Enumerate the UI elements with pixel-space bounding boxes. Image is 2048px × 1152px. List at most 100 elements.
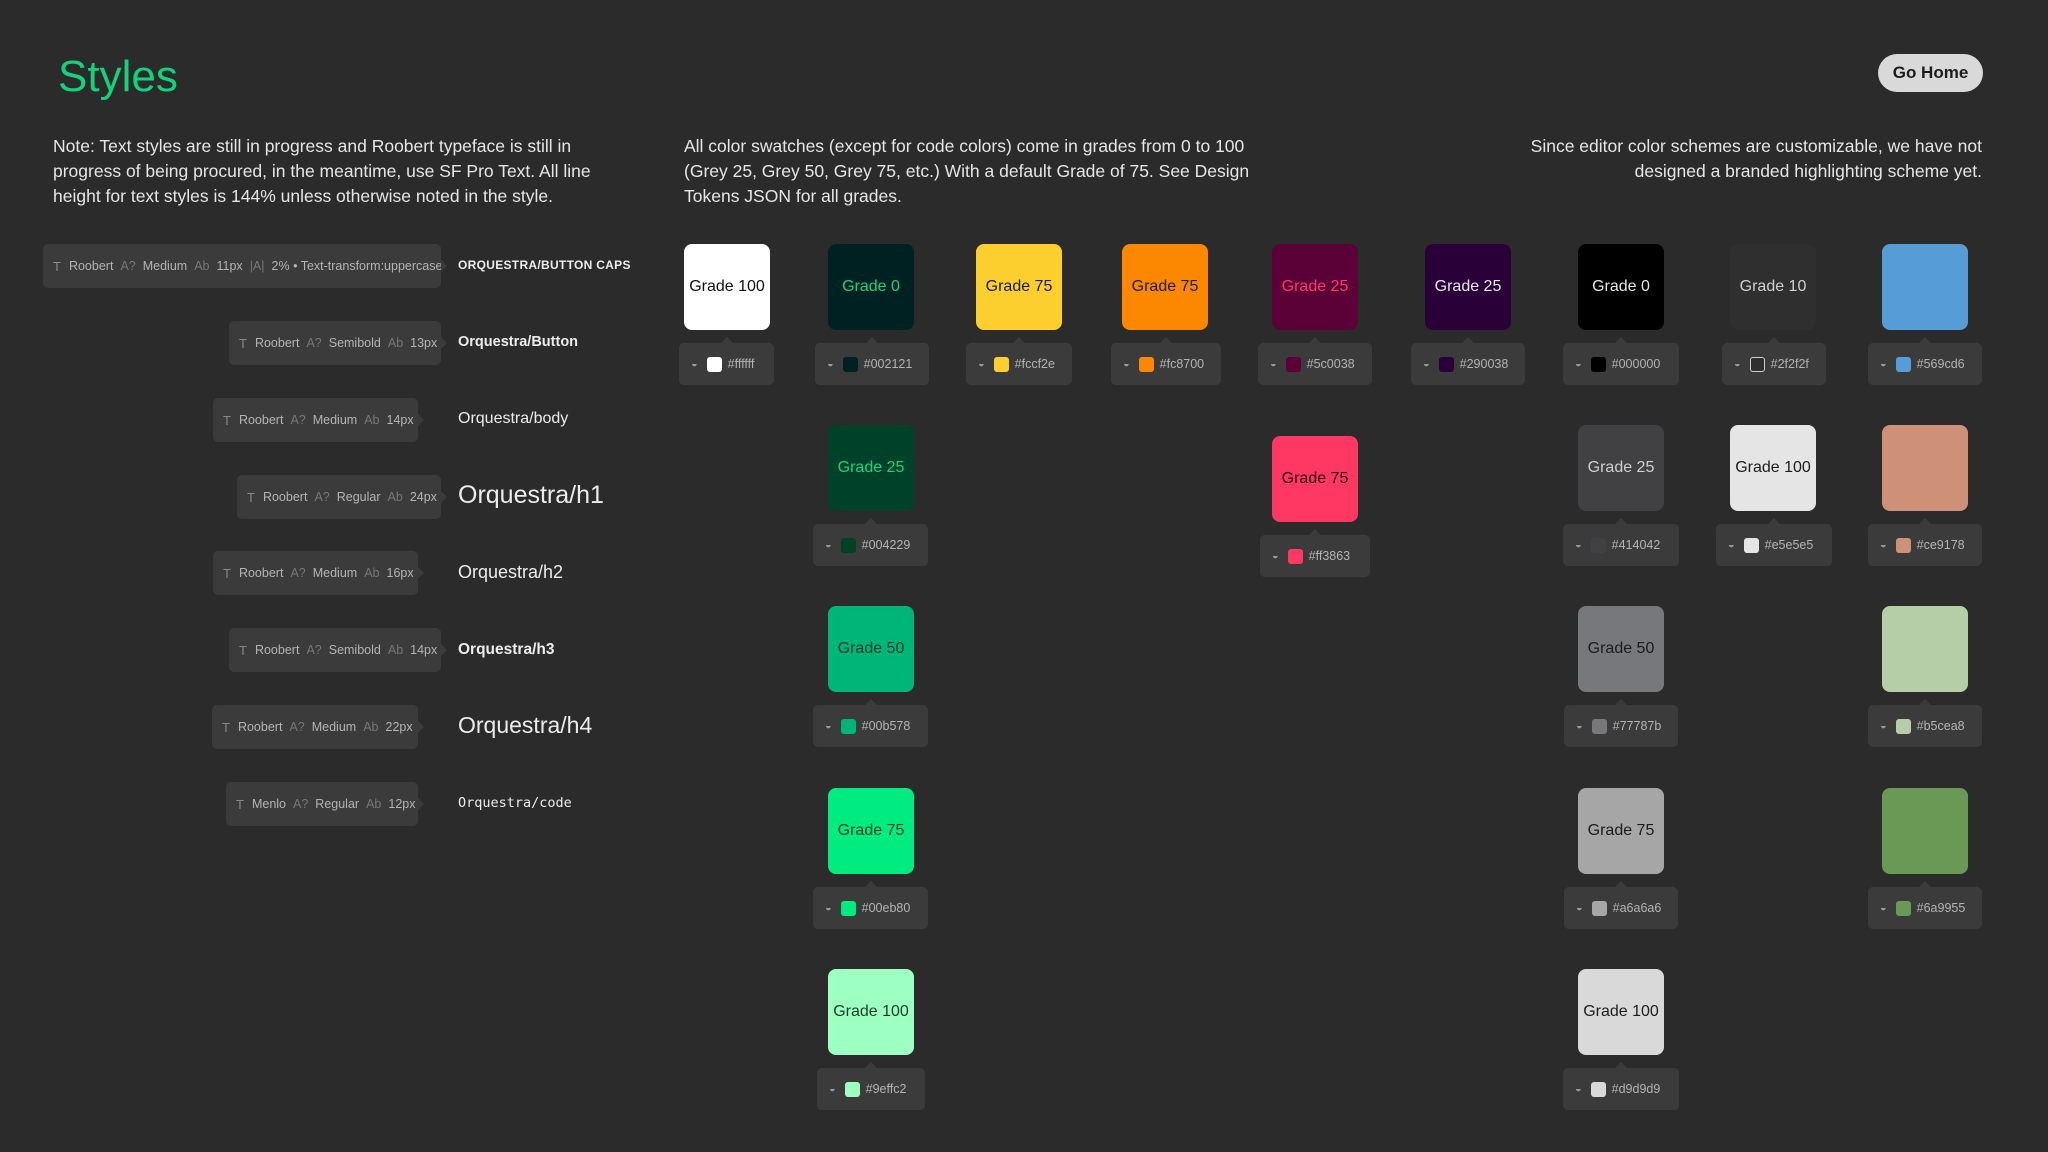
droplet-icon: ◒ xyxy=(1423,358,1430,370)
droplet-icon: ◒ xyxy=(1880,720,1887,732)
text-type-icon: T xyxy=(247,489,255,505)
droplet-icon: ◒ xyxy=(1272,550,1279,562)
color-chip xyxy=(840,718,856,734)
text-style-row-code[interactable]: T Menlo A? Regular Ab 12px Orquestra/cod… xyxy=(0,782,640,826)
hex-code: #290038 xyxy=(1459,357,1509,371)
color-swatch[interactable]: Grade 100 xyxy=(828,969,914,1055)
text-style-spec: T Menlo A? Regular Ab 12px xyxy=(226,782,424,826)
text-style-name: Orquestra/h4 xyxy=(458,712,593,738)
color-chip xyxy=(1590,1081,1606,1097)
color-hex-tag[interactable]: ◒ #5c0038 xyxy=(1258,337,1372,385)
droplet-icon: ◒ xyxy=(978,358,985,370)
color-hex-tag[interactable]: ◒ #6a9955 xyxy=(1868,881,1982,929)
color-hex-tag[interactable]: ◒ #000000 xyxy=(1563,337,1679,385)
color-swatch[interactable]: Grade 25 xyxy=(1425,244,1511,330)
color-swatch[interactable]: Grade 75 xyxy=(828,788,914,874)
text-style-name: ORQUESTRA/BUTTON CAPS xyxy=(458,258,631,272)
color-hex-tag[interactable]: ◒ #e5e5e5 xyxy=(1716,518,1832,566)
text-style-row-button-caps[interactable]: T Roobert A? Medium Ab 11px |A| 2% • Tex… xyxy=(0,244,640,288)
color-hex-tag[interactable]: ◒ #290038 xyxy=(1411,337,1525,385)
hex-code: #ff3863 xyxy=(1308,549,1351,563)
color-swatch[interactable]: Grade 75 xyxy=(1578,788,1664,874)
go-home-button[interactable]: Go Home xyxy=(1878,54,1983,92)
color-hex-tag[interactable]: ◒ #ffffff xyxy=(679,337,774,385)
color-swatches-note: All color swatches (except for code colo… xyxy=(684,136,1250,206)
color-swatch[interactable]: Grade 25 xyxy=(1578,425,1664,511)
color-hex-tag[interactable]: ◒ #ce9178 xyxy=(1868,518,1982,566)
color-chip xyxy=(1743,537,1759,553)
text-style-spec: T Roobert A? Semibold Ab 13px xyxy=(229,321,447,365)
color-swatch[interactable]: Grade 0 xyxy=(1578,244,1664,330)
droplet-icon: ◒ xyxy=(825,720,832,732)
color-hex-tag[interactable]: ◒ #fccf2e xyxy=(966,337,1072,385)
color-hex-tag[interactable]: ◒ #00b578 xyxy=(813,699,928,747)
hex-code: #b5cea8 xyxy=(1916,719,1965,733)
hex-code: #ffffff xyxy=(727,357,755,371)
text-styles-note: Note: Text styles are still in progress … xyxy=(53,136,591,206)
droplet-icon: ◒ xyxy=(1728,539,1735,551)
color-chip xyxy=(1138,356,1154,372)
color-hex-tag[interactable]: ◒ #fc8700 xyxy=(1111,337,1221,385)
text-style-row-button[interactable]: T Roobert A? Semibold Ab 13px Orquestra/… xyxy=(0,321,640,365)
droplet-icon: ◒ xyxy=(1576,720,1583,732)
color-chip xyxy=(1287,548,1303,564)
hex-code: #002121 xyxy=(863,357,913,371)
color-hex-tag[interactable]: ◒ #414042 xyxy=(1563,518,1679,566)
color-chip xyxy=(1591,900,1607,916)
color-hex-tag[interactable]: ◒ #2f2f2f xyxy=(1722,337,1826,385)
text-style-row-h3[interactable]: T Roobert A? Semibold Ab 14px Orquestra/… xyxy=(0,628,640,672)
color-chip xyxy=(840,537,856,553)
color-swatch[interactable]: Grade 10 xyxy=(1730,244,1816,330)
hex-code: #004229 xyxy=(861,538,911,552)
color-chip xyxy=(842,356,858,372)
color-chip xyxy=(706,356,722,372)
color-chip xyxy=(840,900,856,916)
color-swatch[interactable]: Grade 25 xyxy=(828,425,914,511)
color-swatch[interactable] xyxy=(1882,788,1968,874)
color-hex-tag[interactable]: ◒ #004229 xyxy=(813,518,928,566)
color-swatch[interactable]: Grade 25 xyxy=(1272,244,1358,330)
color-hex-tag[interactable]: ◒ #00eb80 xyxy=(813,881,928,929)
text-style-row-h4[interactable]: T Roobert A? Medium Ab 22px Orquestra/h4 xyxy=(0,705,640,749)
text-type-icon: T xyxy=(239,642,247,658)
color-chip xyxy=(1749,356,1765,372)
color-swatch[interactable]: Grade 50 xyxy=(1578,606,1664,692)
text-type-icon: T xyxy=(53,258,61,274)
text-style-name: Orquestra/Button xyxy=(458,334,579,350)
hex-code: #77787b xyxy=(1612,719,1662,733)
hex-code: #fc8700 xyxy=(1159,357,1205,371)
color-swatch[interactable] xyxy=(1882,606,1968,692)
color-hex-tag[interactable]: ◒ #002121 xyxy=(815,337,929,385)
color-chip xyxy=(993,356,1009,372)
color-hex-tag[interactable]: ◒ #9effc2 xyxy=(817,1062,925,1110)
color-hex-tag[interactable]: ◒ #569cd6 xyxy=(1868,337,1982,385)
color-swatch[interactable] xyxy=(1882,244,1968,330)
text-style-row-body[interactable]: T Roobert A? Medium Ab 14px Orquestra/bo… xyxy=(0,398,640,442)
color-swatch[interactable]: Grade 100 xyxy=(1730,425,1816,511)
color-swatch[interactable]: Grade 75 xyxy=(976,244,1062,330)
color-hex-tag[interactable]: ◒ #d9d9d9 xyxy=(1563,1062,1679,1110)
text-type-icon: T xyxy=(223,565,231,581)
hex-code: #ce9178 xyxy=(1916,538,1965,552)
text-style-spec: T Roobert A? Medium Ab 22px xyxy=(212,705,424,749)
text-type-icon: T xyxy=(222,719,230,735)
color-hex-tag[interactable]: ◒ #a6a6a6 xyxy=(1564,881,1678,929)
droplet-icon: ◒ xyxy=(1880,902,1887,914)
color-swatch[interactable]: Grade 50 xyxy=(828,606,914,692)
text-type-icon: T xyxy=(239,335,247,351)
color-swatch[interactable] xyxy=(1882,425,1968,511)
text-style-spec: T Roobert A? Regular Ab 24px xyxy=(237,475,447,519)
color-hex-tag[interactable]: ◒ #b5cea8 xyxy=(1868,699,1982,747)
color-swatch[interactable]: Grade 100 xyxy=(684,244,770,330)
color-swatch[interactable]: Grade 0 xyxy=(828,244,914,330)
hex-code: #00b578 xyxy=(861,719,911,733)
text-style-spec: T Roobert A? Medium Ab 16px xyxy=(213,551,424,595)
color-hex-tag[interactable]: ◒ #ff3863 xyxy=(1260,529,1370,577)
color-swatch[interactable]: Grade 75 xyxy=(1272,436,1358,522)
color-hex-tag[interactable]: ◒ #77787b xyxy=(1564,699,1678,747)
color-swatch[interactable]: Grade 100 xyxy=(1578,969,1664,1055)
droplet-icon: ◒ xyxy=(1880,358,1887,370)
color-swatch[interactable]: Grade 75 xyxy=(1122,244,1208,330)
text-style-row-h2[interactable]: T Roobert A? Medium Ab 16px Orquestra/h2 xyxy=(0,551,640,595)
text-style-row-h1[interactable]: T Roobert A? Regular Ab 24px Orquestra/h… xyxy=(0,475,640,519)
